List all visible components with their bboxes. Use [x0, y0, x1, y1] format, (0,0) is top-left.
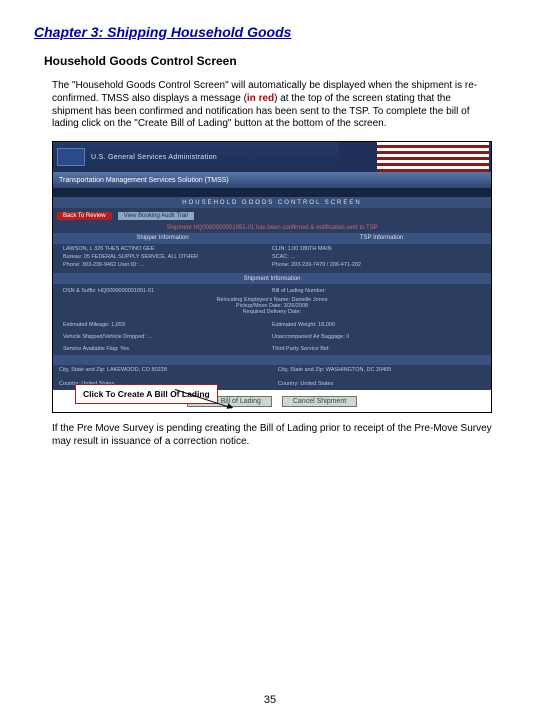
dsn-value: DSN & Suffix: HQ0000000001051-01 [63, 288, 272, 294]
est-mileage: Estimated Mileage: 1,653 [63, 322, 272, 328]
shipper-line2: Bureau: 05 FEDERAL SUPPLY SERVICE, ALL O… [63, 254, 272, 262]
tsp-header: TSP Information [272, 233, 491, 244]
chapter-title: Chapter 3: Shipping Household Goods [34, 24, 506, 40]
tsp-info: CLIN: 1.00 180TH MAIN SCAC: … Phone: 203… [272, 246, 481, 269]
tsp-line3: Phone: 203-239-7470 / 206-471-202 [272, 262, 481, 270]
us-flag-graphic [339, 142, 489, 172]
system-title-bar: Transportation Management Services Solut… [53, 172, 491, 188]
screenshot-frame: U.S. General Services Administration Tra… [52, 141, 492, 413]
est-weight: Estimated Weight: 18,000 [272, 322, 481, 328]
shipper-tsp-body: LAWSON, L 326 THES ACTINO GEE Bureau: 05… [53, 244, 491, 273]
vehicles: Vehicle Shipped/Vehicle Dropped: … [63, 334, 272, 340]
back-button[interactable]: Back To Review [57, 212, 112, 220]
section-title: Household Goods Control Screen [44, 54, 506, 68]
tsp-line2: SCAC: … [272, 254, 481, 262]
callout-box: Click To Create A Bill Of Lading [75, 384, 218, 404]
origin-city: City, State and Zip: LAKEWOOD, CO 80228 [53, 365, 272, 379]
tsp-line1: CLIN: 1.00 180TH MAIN [272, 246, 481, 254]
intro-paragraph: The "Household Goods Control Screen" wil… [52, 80, 494, 131]
shipper-info: LAWSON, L 326 THES ACTINO GEE Bureau: 05… [63, 246, 272, 269]
in-red-phrase: in red [247, 93, 274, 104]
location-row-1: City, State and Zip: LAKEWOOD, CO 80228 … [53, 365, 491, 379]
location-headers [53, 355, 491, 365]
audit-trail-button[interactable]: View Booking Audit Trail [118, 212, 194, 220]
shipper-header: Shipper Information [53, 233, 272, 244]
action-bar: Back To Review View Booking Audit Trail [53, 208, 491, 223]
shipment-info-body: DSN & Suffix: HQ0000000001051-01 Bill of… [53, 284, 491, 319]
vehicle-row: Vehicle Shipped/Vehicle Dropped: … Unacc… [53, 331, 491, 343]
estimates-row: Estimated Mileage: 1,653 Estimated Weigh… [53, 319, 491, 331]
followup-paragraph: If the Pre Move Survey is pending creati… [52, 423, 494, 449]
dest-city: City, State and Zip: WASHINGTON, DC 2040… [272, 365, 491, 379]
gsa-header: U.S. General Services Administration [53, 142, 491, 172]
shipper-line1: LAWSON, L 326 THES ACTINO GEE [63, 246, 272, 254]
gsa-logo [57, 148, 85, 166]
unaccompanied: Unaccompanied Air Baggage: 0 [272, 334, 481, 340]
service-flag: Service Available Flag: Yes [63, 346, 272, 352]
menu-bar [53, 188, 491, 197]
confirmation-message: Shipment HQ0000000001051-01 has been con… [53, 223, 491, 233]
bol-label: Bill of Lading Number: [272, 288, 481, 294]
shipper-line3: Phone: 303-236-9462 User ID: … [63, 262, 272, 270]
page-number: 35 [0, 694, 540, 706]
agency-name: U.S. General Services Administration [91, 154, 217, 161]
shipment-info-header: Shipment Information [53, 273, 491, 284]
service-row: Service Available Flag: Yes Third Party … [53, 343, 491, 355]
required-delivery: Required Delivery Date: [63, 309, 481, 315]
third-party: Third Party Service Bid: [272, 346, 481, 352]
shipper-tsp-header: Shipper Information TSP Information [53, 233, 491, 244]
cancel-shipment-button[interactable]: Cancel Shipment [282, 396, 357, 407]
screen-heading: HOUSEHOLD GOODS CONTROL SCREEN [53, 197, 491, 208]
